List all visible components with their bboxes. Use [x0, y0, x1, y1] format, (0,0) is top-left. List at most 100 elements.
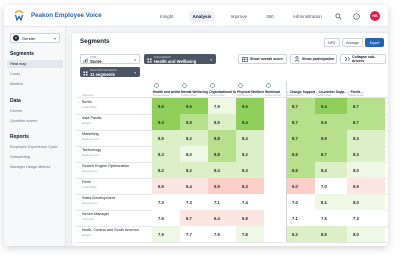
- segments-select[interactable]: SELECTED SEGMENTS 11 segments ▾: [80, 67, 140, 77]
- score-cell[interactable]: 8.2: [180, 130, 208, 146]
- segment-row-label[interactable]: Search Engine Optimization Department: [82, 164, 129, 173]
- chevron-right-icon[interactable]: ›: [78, 100, 79, 104]
- score-cell[interactable]: 8.0: [347, 226, 385, 242]
- score-cell[interactable]: [264, 162, 286, 178]
- gender-filter-select[interactable]: ✕ Gender ▾: [10, 33, 60, 43]
- score-cell[interactable]: 8.7: [286, 98, 315, 114]
- score-cell[interactable]: [264, 210, 286, 226]
- tab-360[interactable]: 360: [262, 11, 278, 22]
- score-cell[interactable]: 7.1: [208, 194, 236, 210]
- score-cell[interactable]: 8.1: [315, 194, 347, 210]
- score-cell[interactable]: 8.9: [315, 130, 347, 146]
- score-cell[interactable]: [264, 194, 286, 210]
- score-cell[interactable]: 7.1: [286, 210, 315, 226]
- average-toggle[interactable]: Average: [341, 38, 364, 47]
- sidebar-item-attrition[interactable]: Attrition: [7, 80, 63, 88]
- score-cell[interactable]: 9.4: [315, 98, 347, 114]
- score-cell[interactable]: 8.5: [315, 226, 347, 242]
- score-cell[interactable]: [264, 130, 286, 146]
- score-cell[interactable]: 7.4: [236, 194, 264, 210]
- segment-row-label[interactable]: Paris Local Office: [82, 180, 97, 189]
- score-cell[interactable]: 6.4: [180, 178, 208, 194]
- search-icon[interactable]: [334, 12, 342, 20]
- sidebar-item-manager-usage-metrics[interactable]: Manager Usage Metrics: [7, 163, 63, 171]
- score-cell[interactable]: 8.0: [347, 162, 385, 178]
- sidebar-item-onboarding[interactable]: Onboarding: [7, 153, 63, 161]
- score-cell[interactable]: 8.6: [315, 114, 347, 130]
- score-cell[interactable]: 7.9: [152, 226, 180, 242]
- score-cell[interactable]: [264, 114, 286, 130]
- help-icon[interactable]: ?: [352, 12, 360, 20]
- chevron-right-icon[interactable]: ›: [78, 148, 79, 152]
- score-cell[interactable]: 7.5: [208, 226, 236, 242]
- tab-insight[interactable]: Insight: [156, 11, 178, 22]
- score-cell[interactable]: 6.8: [236, 210, 264, 226]
- score-cell[interactable]: [264, 146, 286, 162]
- score-cell[interactable]: 7.9: [208, 98, 236, 114]
- score-cell[interactable]: [264, 226, 286, 242]
- export-button[interactable]: Export: [365, 38, 384, 47]
- sidebar-item-employee-experience-cycle[interactable]: Employee Experience Cycle: [7, 143, 63, 151]
- chevron-right-icon[interactable]: ›: [78, 228, 79, 232]
- score-cell[interactable]: 8.2: [152, 162, 180, 178]
- score-cell[interactable]: 8.5: [152, 130, 180, 146]
- chevron-right-icon[interactable]: ›: [78, 132, 79, 136]
- chevron-right-icon[interactable]: ›: [78, 212, 79, 216]
- segment-row-label[interactable]: Senior Manager Job Level: [82, 212, 109, 221]
- engagement-select[interactable]: ENGAGEMENT Health and Wellbeing ▾: [144, 54, 216, 64]
- tab-administration[interactable]: Administration: [289, 11, 326, 22]
- score-cell[interactable]: 8.8: [180, 114, 208, 130]
- score-cell[interactable]: 8.3: [152, 146, 180, 162]
- score-cell[interactable]: 7.0: [286, 194, 315, 210]
- segment-row-label[interactable]: Asia Pacific Region: [82, 116, 102, 125]
- score-cell[interactable]: 8.8: [208, 146, 236, 162]
- score-cell[interactable]: 7.3: [152, 194, 180, 210]
- score-cell[interactable]: 8.4: [315, 162, 347, 178]
- score-cell[interactable]: 8.4: [208, 162, 236, 178]
- score-cell[interactable]: 8.0: [347, 194, 385, 210]
- score-cell[interactable]: 8.6: [286, 146, 315, 162]
- score-cell[interactable]: 8.6: [286, 162, 315, 178]
- score-cell[interactable]: 8.3: [347, 130, 385, 146]
- collapse-sub-drivers-button[interactable]: Collapse sub-drivers: [340, 54, 386, 64]
- score-cell[interactable]: 8.8: [208, 130, 236, 146]
- segment-row-label[interactable]: Marketing Business unit: [82, 132, 99, 141]
- score-cell[interactable]: [264, 178, 286, 194]
- score-cell[interactable]: 9.6: [180, 98, 208, 114]
- score-cell[interactable]: 7.3: [180, 194, 208, 210]
- score-cell[interactable]: 9.6: [236, 98, 264, 114]
- workday-logo-icon[interactable]: [11, 8, 27, 24]
- score-cell[interactable]: 8.7: [286, 114, 315, 130]
- sidebar-item-drivers[interactable]: Drivers: [7, 107, 63, 115]
- chevron-right-icon[interactable]: ›: [78, 196, 79, 200]
- close-icon[interactable]: ✕: [13, 35, 19, 41]
- nps-toggle[interactable]: NPS: [323, 38, 340, 47]
- avatar[interactable]: HB: [370, 11, 380, 21]
- score-cell[interactable]: 6.7: [180, 210, 208, 226]
- score-cell[interactable]: 6.9: [347, 178, 385, 194]
- sidebar-item-cards[interactable]: Cards: [7, 70, 63, 78]
- score-cell[interactable]: 7.8: [236, 226, 264, 242]
- score-cell[interactable]: 8.3: [347, 146, 385, 162]
- score-cell[interactable]: 8.5: [208, 114, 236, 130]
- score-cell[interactable]: 8.7: [315, 146, 347, 162]
- show-participation-button[interactable]: Show participation: [290, 54, 337, 64]
- score-cell[interactable]: 8.3: [236, 162, 264, 178]
- score-cell[interactable]: 8.4: [236, 130, 264, 146]
- score-cell[interactable]: 9.6: [152, 98, 180, 114]
- score-cell[interactable]: 5.9: [208, 178, 236, 194]
- score-cell[interactable]: 7.7: [180, 226, 208, 242]
- segment-row-label[interactable]: Technology Business unit: [82, 148, 101, 157]
- sidebar-item-heat-map[interactable]: Heat map: [7, 60, 63, 68]
- score-cell[interactable]: 8.2: [236, 146, 264, 162]
- score-cell[interactable]: 6.0: [286, 178, 315, 194]
- score-cell[interactable]: 7.0: [315, 178, 347, 194]
- type-select[interactable]: TYPE Score ▾: [80, 54, 140, 64]
- chevron-right-icon[interactable]: ›: [78, 180, 79, 184]
- score-cell[interactable]: 8.7: [286, 130, 315, 146]
- score-cell[interactable]: 8.7: [347, 98, 385, 114]
- score-cell[interactable]: 7.6: [152, 210, 180, 226]
- score-cell[interactable]: 7.5: [315, 210, 347, 226]
- score-cell[interactable]: 8.0: [180, 146, 208, 162]
- score-cell[interactable]: 7.3: [347, 210, 385, 226]
